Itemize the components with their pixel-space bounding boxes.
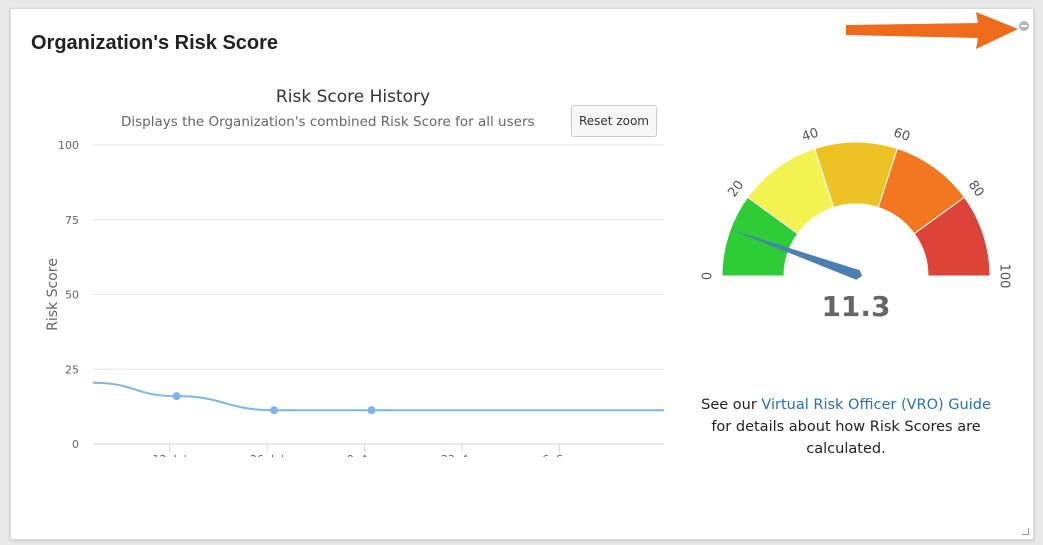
risk-score-card: Organization's Risk Score Risk Score His… — [10, 8, 1034, 540]
gauge-tick-label: 20 — [725, 178, 747, 200]
gauge-value-label: 11.3 — [821, 290, 890, 319]
gauge-tick-label: 40 — [800, 126, 820, 145]
vro-guide-link[interactable]: Virtual Risk Officer (VRO) Guide — [761, 397, 990, 413]
reset-zoom-button[interactable]: Reset zoom — [571, 105, 657, 137]
x-tick-label: 12. Jul — [152, 453, 186, 457]
y-tick-label: 25 — [65, 363, 79, 376]
y-tick-label: 75 — [65, 214, 79, 227]
data-point — [367, 406, 376, 415]
minus-circle-icon[interactable] — [1019, 21, 1029, 31]
y-tick-label: 0 — [72, 438, 79, 451]
data-point — [270, 406, 279, 415]
data-point — [172, 392, 181, 401]
gauge-tick-label: 80 — [965, 178, 987, 200]
x-tick-label: 23. Aug — [441, 453, 483, 457]
risk-score-gauge: 0 20 40 60 80 100 11.3 — [701, 126, 1012, 319]
card-title: Organization's Risk Score — [31, 32, 279, 54]
risk-score-history-chart: 0 25 50 75 100 Risk Score 12. Jul 26. Jul 9. Aug… — [45, 139, 664, 457]
resize-corner-icon[interactable] — [1022, 528, 1029, 535]
y-tick-label: 50 — [65, 289, 79, 302]
vro-guide-text: See our Virtual Risk Officer (VRO) Guide… — [691, 394, 1001, 460]
gauge-tick-label: 60 — [892, 126, 912, 145]
chart-subtitle: Displays the Organization's combined Ris… — [121, 114, 535, 130]
gauge-tick-label: 0 — [701, 272, 716, 280]
x-tick-label: 9. Aug — [347, 453, 382, 457]
vro-suffix: for details about how Risk Scores are ca… — [711, 419, 981, 457]
orange-arrow-icon — [846, 11, 1018, 59]
y-axis-label: Risk Score — [45, 258, 61, 331]
chart-title: Risk Score History — [275, 87, 431, 107]
y-tick-label: 100 — [58, 139, 79, 152]
x-tick-label: 6. Sep — [542, 453, 577, 457]
x-tick-label: 26. Jul — [250, 453, 284, 457]
gauge-tick-label: 100 — [997, 264, 1012, 289]
vro-prefix: See our — [701, 397, 762, 413]
